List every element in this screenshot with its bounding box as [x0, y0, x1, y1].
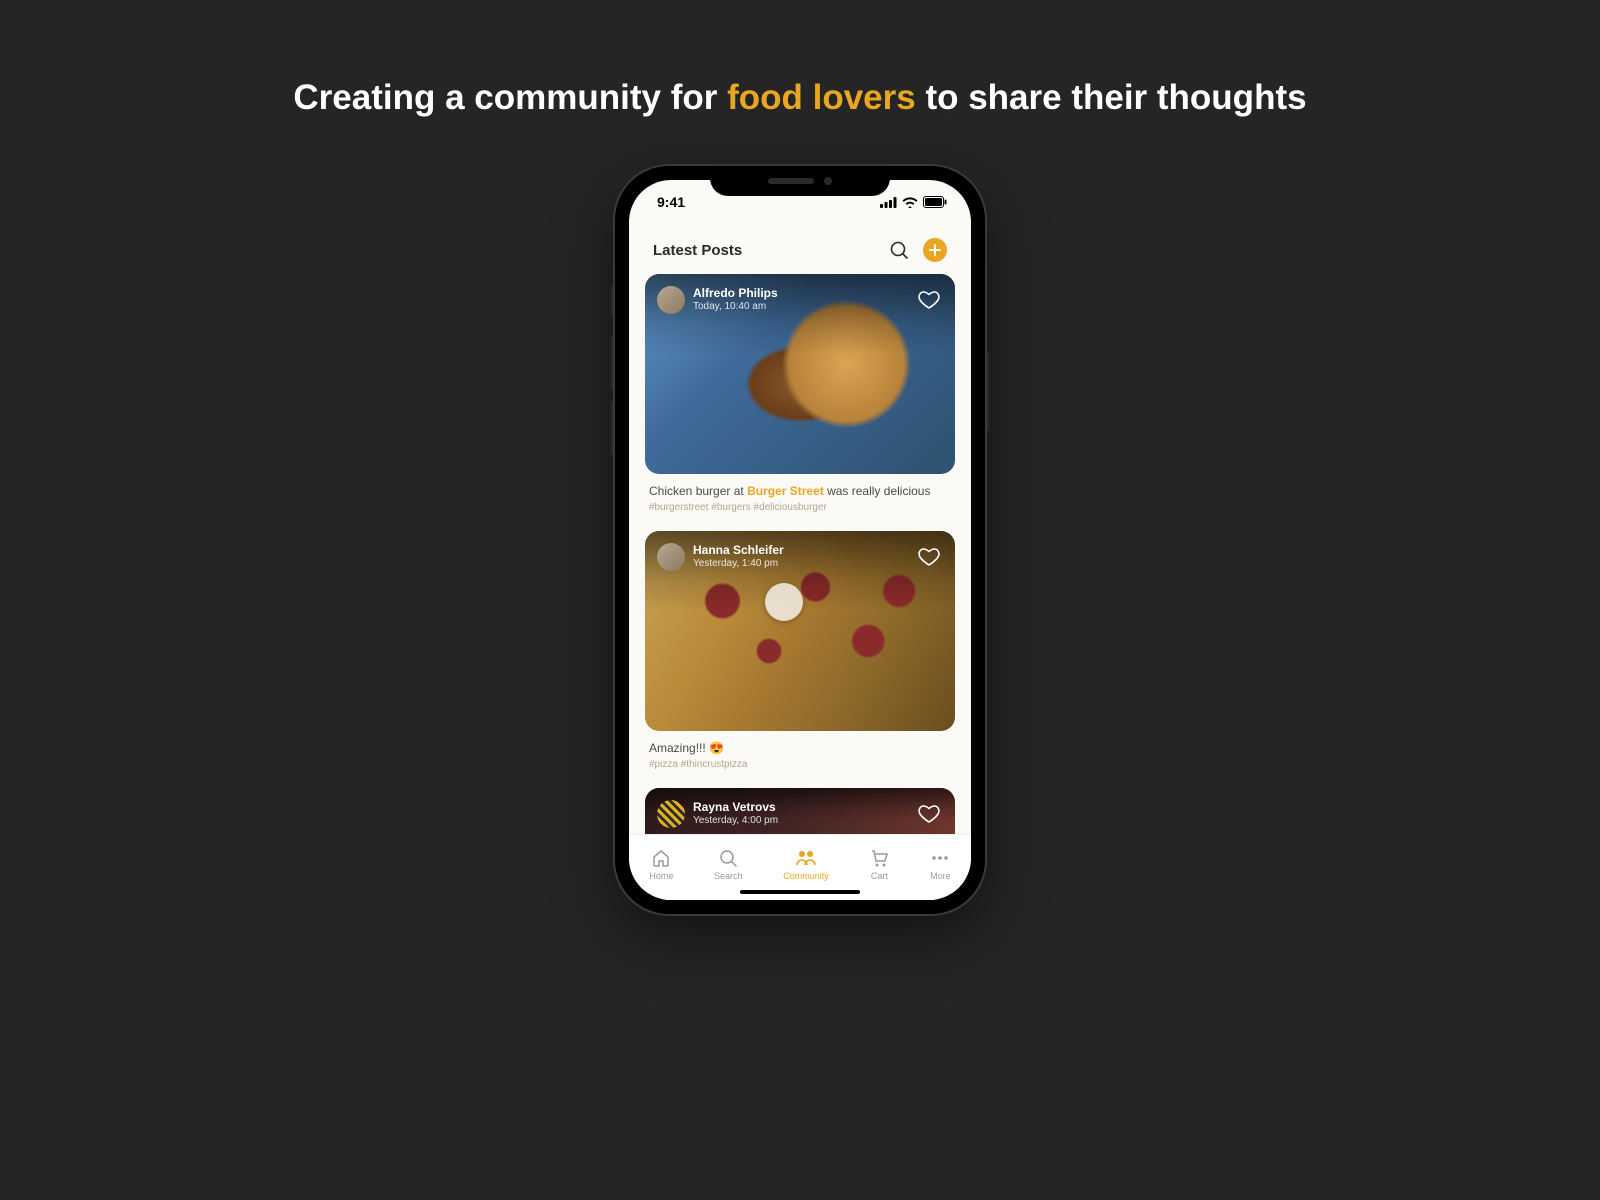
post-hashtags[interactable]: #burgerstreet #burgers #deliciousburger — [645, 502, 955, 513]
tab-label: Home — [649, 871, 673, 881]
heart-icon — [918, 547, 940, 567]
post-caption: Chicken burger at Burger Street was real… — [645, 484, 955, 498]
post-card[interactable]: Rayna Vetrovs Yesterday, 4:00 pm — [645, 788, 955, 834]
post-author[interactable]: Rayna Vetrovs Yesterday, 4:00 pm — [657, 800, 778, 828]
heart-icon — [918, 290, 940, 310]
tab-more[interactable]: More — [930, 848, 951, 881]
caption-place-link[interactable]: Burger Street — [747, 484, 824, 498]
wifi-icon — [902, 197, 918, 208]
tab-community[interactable]: Community — [783, 848, 829, 881]
tab-search[interactable]: Search — [714, 848, 743, 881]
headline-post: to share their thoughts — [916, 78, 1307, 117]
headline-highlight: food lovers — [727, 78, 916, 117]
phone-frame: 9:41 Latest Posts — [615, 166, 985, 914]
post-image[interactable]: Alfredo Philips Today, 10:40 am — [645, 274, 955, 474]
community-icon — [795, 848, 817, 868]
post-timestamp: Today, 10:40 am — [693, 301, 778, 314]
post-card[interactable]: Hanna Schleifer Yesterday, 1:40 pm Amazi… — [645, 531, 955, 770]
headline-pre: Creating a community for — [293, 78, 727, 117]
caption-text: Chicken burger at — [649, 484, 747, 498]
like-button[interactable] — [915, 286, 943, 314]
like-button[interactable] — [915, 800, 943, 828]
feed-title: Latest Posts — [653, 242, 742, 259]
phone-screen: 9:41 Latest Posts — [629, 180, 971, 900]
author-name: Rayna Vetrovs — [693, 800, 778, 815]
feed-scroll[interactable]: Alfredo Philips Today, 10:40 am Chicken … — [629, 274, 971, 834]
post-hashtags[interactable]: #pizza #thincrustpizza — [645, 759, 955, 770]
author-name: Hanna Schleifer — [693, 543, 784, 558]
touch-indicator — [765, 583, 803, 621]
post-author[interactable]: Hanna Schleifer Yesterday, 1:40 pm — [657, 543, 784, 571]
tab-label: Search — [714, 871, 743, 881]
post-image[interactable]: Rayna Vetrovs Yesterday, 4:00 pm — [645, 788, 955, 834]
post-image[interactable]: Hanna Schleifer Yesterday, 1:40 pm — [645, 531, 955, 731]
plus-icon — [929, 244, 941, 256]
avatar — [657, 286, 685, 314]
post-author[interactable]: Alfredo Philips Today, 10:40 am — [657, 286, 778, 314]
post-timestamp: Yesterday, 1:40 pm — [693, 558, 784, 571]
battery-icon — [923, 196, 947, 208]
search-button[interactable] — [889, 240, 909, 260]
search-icon — [889, 240, 909, 260]
feed-header: Latest Posts — [629, 224, 971, 274]
tab-home[interactable]: Home — [649, 848, 673, 881]
phone-power — [985, 351, 989, 431]
post-card[interactable]: Alfredo Philips Today, 10:40 am Chicken … — [645, 274, 955, 513]
avatar — [657, 543, 685, 571]
add-post-button[interactable] — [923, 238, 947, 262]
tab-label: Cart — [871, 871, 888, 881]
heart-icon — [918, 804, 940, 824]
caption-text: was really delicious — [824, 484, 931, 498]
home-icon — [651, 848, 671, 868]
post-timestamp: Yesterday, 4:00 pm — [693, 815, 778, 828]
post-caption: Amazing!!! 😍 — [645, 741, 955, 755]
phone-notch — [710, 166, 890, 196]
signal-icon — [880, 197, 897, 208]
like-button[interactable] — [915, 543, 943, 571]
tab-cart[interactable]: Cart — [869, 848, 889, 881]
page-headline: Creating a community for food lovers to … — [293, 78, 1306, 118]
phone-mockup: 9:41 Latest Posts — [615, 166, 985, 914]
more-icon — [930, 848, 950, 868]
tab-label: More — [930, 871, 951, 881]
status-time: 9:41 — [657, 194, 685, 210]
avatar — [657, 800, 685, 828]
author-name: Alfredo Philips — [693, 286, 778, 301]
search-icon — [718, 848, 738, 868]
home-indicator[interactable] — [740, 890, 860, 894]
tab-label: Community — [783, 871, 829, 881]
cart-icon — [869, 848, 889, 868]
